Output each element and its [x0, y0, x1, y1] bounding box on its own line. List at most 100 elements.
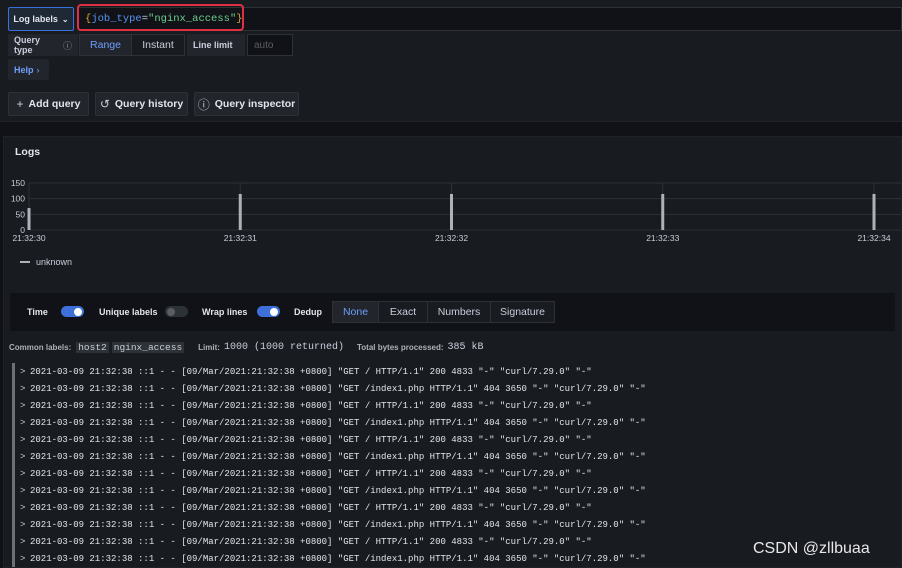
line-limit-label: Line limit: [187, 34, 245, 56]
log-line: 2021-03-09 21:32:38 ::1 - - [09/Mar/2021…: [30, 553, 646, 564]
chart-bar: [661, 193, 665, 230]
limit-value: 1000 (1000 returned): [223, 341, 344, 353]
query-inspector-button[interactable]: ⓘ Query inspector: [194, 92, 299, 116]
log-line: 2021-03-09 21:32:38 ::1 - - [09/Mar/2021…: [30, 519, 646, 530]
bytes-processed-value: 385 kB: [447, 341, 484, 353]
wrap-lines-label: Wrap lines: [202, 307, 248, 317]
log-line: 2021-03-09 21:32:38 ::1 - - [09/Mar/2021…: [30, 417, 646, 428]
log-row[interactable]: >2021-03-09 21:32:38 ::1 - - [09/Mar/202…: [12, 431, 892, 448]
logs-volume-chart: 05010015021:32:30 21:32:31 21:32:32 21:32:3…: [11, 178, 901, 243]
log-line: 2021-03-09 21:32:38 ::1 - - [09/Mar/2021…: [30, 383, 646, 394]
x-tick-label: 21:32:32: [435, 233, 468, 243]
toggle-knob: [270, 307, 278, 316]
log-line: 2021-03-09 21:32:38 ::1 - - [09/Mar/2021…: [30, 451, 646, 462]
dedup-exact[interactable]: Exact: [378, 301, 428, 323]
chevron-right-icon[interactable]: >: [20, 554, 30, 564]
dedup-numbers[interactable]: Numbers: [427, 301, 491, 323]
chart-bar: [450, 193, 453, 230]
time-toggle[interactable]: [61, 306, 84, 317]
chevron-right-icon[interactable]: >: [20, 401, 30, 411]
query-type-range[interactable]: Range: [79, 34, 132, 56]
y-tick-label: 150: [11, 178, 25, 188]
log-line: 2021-03-09 21:32:38 ::1 - - [09/Mar/2021…: [30, 502, 592, 513]
common-label-tag: host2: [76, 341, 109, 353]
x-tick-label: 21:32:31: [224, 233, 257, 243]
chevron-right-icon[interactable]: >: [20, 418, 30, 428]
log-line: 2021-03-09 21:32:38 ::1 - - [09/Mar/2021…: [30, 536, 592, 547]
log-line: 2021-03-09 21:32:38 ::1 - - [09/Mar/2021…: [30, 485, 646, 496]
toggle-knob: [167, 307, 175, 316]
log-labels-button[interactable]: Log labels ⌄: [8, 7, 74, 31]
common-labels-label: Common labels:: [9, 342, 72, 352]
query-history-label: Query history: [114, 98, 184, 110]
panel-title: Logs: [15, 146, 41, 158]
query-history-button[interactable]: ↺ Query history: [95, 92, 188, 116]
log-line: 2021-03-09 21:32:38 ::1 - - [09/Mar/2021…: [30, 400, 592, 411]
dedup-signature[interactable]: Signature: [490, 301, 555, 323]
log-row[interactable]: >2021-03-09 21:32:38 ::1 - - [09/Mar/202…: [12, 465, 892, 482]
chevron-right-icon[interactable]: >: [20, 367, 30, 377]
unique-labels-toggle[interactable]: [165, 306, 188, 317]
chevron-right-icon[interactable]: >: [20, 452, 30, 462]
chevron-right-icon[interactable]: >: [20, 503, 30, 513]
dedup-none[interactable]: None: [332, 301, 379, 323]
log-row[interactable]: >2021-03-09 21:32:38 ::1 - - [09/Mar/202…: [12, 482, 892, 499]
log-controls: Time Unique labels Wrap lines Dedup None…: [10, 293, 895, 331]
log-row[interactable]: >2021-03-09 21:32:38 ::1 - - [09/Mar/202…: [12, 516, 892, 533]
chart-bar: [238, 193, 242, 230]
chevron-right-icon[interactable]: >: [20, 520, 30, 530]
x-tick-label: 21:32:33: [646, 233, 679, 243]
log-row[interactable]: >2021-03-09 21:32:38 ::1 - - [09/Mar/202…: [12, 448, 892, 465]
add-query-button[interactable]: + Add query: [8, 92, 89, 116]
chevron-right-icon[interactable]: >: [20, 435, 30, 445]
chevron-down-icon: ⌄: [61, 14, 69, 24]
line-limit-input[interactable]: auto: [247, 34, 293, 56]
chevron-right-icon[interactable]: >: [20, 384, 30, 394]
info-icon: ⓘ: [197, 97, 210, 112]
wrap-lines-toggle[interactable]: [257, 306, 280, 317]
chart-bar: [27, 208, 31, 230]
log-row[interactable]: >2021-03-09 21:32:38 ::1 - - [09/Mar/202…: [12, 363, 892, 380]
legend-label: unknown: [36, 257, 73, 267]
chevron-right-icon: ›: [36, 64, 40, 75]
common-label-tag: nginx_access: [111, 341, 185, 353]
help-button[interactable]: Help ›: [8, 59, 49, 80]
log-row[interactable]: >2021-03-09 21:32:38 ::1 - - [09/Mar/202…: [12, 414, 892, 431]
chevron-right-icon[interactable]: >: [20, 469, 30, 479]
query-type-instant[interactable]: Instant: [131, 34, 185, 56]
chart-bar: [872, 193, 876, 230]
y-tick-label: 50: [16, 209, 26, 219]
query-inspector-label: Query inspector: [214, 98, 296, 110]
legend-swatch: [20, 261, 30, 263]
log-row[interactable]: >2021-03-09 21:32:38 ::1 - - [09/Mar/202…: [12, 380, 892, 397]
logs-panel: Logs 0 50 100 150 21:32:30 21:32:31 21:32:32 21…: [3, 136, 902, 568]
query-highlight-box: [77, 4, 244, 31]
log-row[interactable]: >2021-03-09 21:32:38 ::1 - - [09/Mar/202…: [12, 397, 892, 414]
log-rows: >2021-03-09 21:32:38 ::1 - - [09/Mar/202…: [12, 363, 892, 567]
add-query-label: Add query: [28, 98, 81, 110]
chevron-right-icon[interactable]: >: [20, 486, 30, 496]
watermark: CSDN @zllbuaa: [753, 540, 870, 557]
time-label: Time: [27, 307, 48, 317]
log-line: 2021-03-09 21:32:38 ::1 - - [09/Mar/2021…: [30, 434, 592, 445]
unique-labels-label: Unique labels: [99, 307, 158, 317]
query-type-label: Query type ⓘ: [8, 34, 78, 56]
help-label: Help: [14, 64, 34, 75]
history-icon: ↺: [99, 97, 110, 111]
log-row[interactable]: >2021-03-09 21:32:38 ::1 - - [09/Mar/202…: [12, 499, 892, 516]
log-line: 2021-03-09 21:32:38 ::1 - - [09/Mar/2021…: [30, 468, 592, 479]
limit-label: Limit:: [198, 342, 220, 352]
y-tick-label: 100: [11, 194, 25, 204]
log-meta: Common labels: host2 nginx_access Limit:…: [9, 340, 484, 354]
x-tick-label: 21:32:30: [12, 233, 45, 243]
plus-icon: +: [16, 97, 24, 111]
chevron-right-icon[interactable]: >: [20, 537, 30, 547]
log-labels-label: Log labels: [13, 14, 58, 24]
chart-legend[interactable]: unknown: [20, 257, 72, 267]
dedup-label: Dedup: [294, 307, 322, 317]
log-line: 2021-03-09 21:32:38 ::1 - - [09/Mar/2021…: [30, 366, 592, 377]
bytes-processed-label: Total bytes processed:: [356, 342, 444, 352]
info-icon: ⓘ: [62, 40, 72, 51]
x-tick-label: 21:32:34: [857, 233, 890, 243]
query-type-text: Query type: [14, 35, 41, 55]
